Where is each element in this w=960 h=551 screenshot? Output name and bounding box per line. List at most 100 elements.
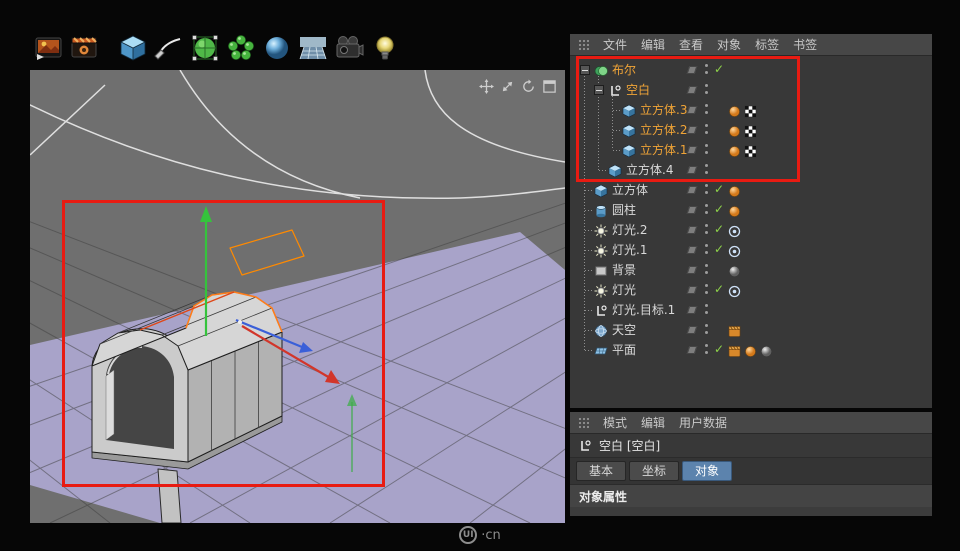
object-manager-menu-item[interactable]: 查看 <box>679 36 703 53</box>
object-row[interactable]: 立方体.4 <box>570 160 932 180</box>
visibility-dots[interactable] <box>704 183 709 195</box>
layer-chip[interactable] <box>686 326 698 334</box>
cube-primitive-icon[interactable] <box>116 30 149 66</box>
layer-chip[interactable] <box>686 286 698 294</box>
compositing-tag-icon[interactable] <box>728 343 741 357</box>
object-manager-menu-item[interactable]: 对象 <box>717 36 741 53</box>
floor-environment-icon[interactable] <box>296 30 329 66</box>
render-view-icon[interactable] <box>32 30 65 66</box>
layer-chip[interactable] <box>686 306 698 314</box>
visibility-dots[interactable] <box>704 243 709 255</box>
layer-chip[interactable] <box>686 346 698 354</box>
object-row[interactable]: 立方体.1 <box>570 140 932 160</box>
object-manager-menu-item[interactable]: 标签 <box>755 36 779 53</box>
object-manager-menu-item[interactable]: 书签 <box>793 36 817 53</box>
render-settings-icon[interactable] <box>68 30 101 66</box>
object-manager-menu-item[interactable]: 文件 <box>603 36 627 53</box>
visibility-dots[interactable] <box>704 303 709 315</box>
light-icon[interactable] <box>368 30 401 66</box>
visibility-dots[interactable] <box>704 103 709 115</box>
visibility-dots[interactable] <box>704 83 709 95</box>
subdivision-surface-icon[interactable] <box>188 30 221 66</box>
layer-chip[interactable] <box>686 86 698 94</box>
compositing-tag-icon[interactable] <box>728 323 741 337</box>
target-tag-icon[interactable] <box>728 243 741 258</box>
visibility-dots[interactable] <box>704 343 709 355</box>
attribute-menu-item[interactable]: 编辑 <box>641 414 665 431</box>
freehand-spline-icon[interactable] <box>152 30 185 66</box>
pan-icon[interactable] <box>479 79 494 94</box>
phong-tag-icon[interactable] <box>728 103 741 117</box>
visibility-dots[interactable] <box>704 203 709 215</box>
texture-tag-icon[interactable] <box>744 103 757 118</box>
visibility-dots[interactable] <box>704 123 709 135</box>
enable-check[interactable]: ✓ <box>714 202 724 216</box>
object-row[interactable]: 灯光 ✓ <box>570 280 932 300</box>
attribute-tab[interactable]: 坐标 <box>629 461 680 481</box>
enable-check[interactable]: ✓ <box>714 342 724 356</box>
array-generator-icon[interactable] <box>224 30 257 66</box>
panel-grip-icon[interactable] <box>578 416 589 429</box>
zoom-icon[interactable] <box>500 79 515 94</box>
attribute-menu-item[interactable]: 用户数据 <box>679 414 727 431</box>
enable-check[interactable]: ✓ <box>714 222 724 236</box>
object-row[interactable]: 灯光.目标.1 <box>570 300 932 320</box>
layer-chip[interactable] <box>686 246 698 254</box>
phong-tag-icon[interactable] <box>728 183 741 197</box>
phong-tag-icon[interactable] <box>728 143 741 157</box>
visibility-dots[interactable] <box>704 323 709 335</box>
visibility-dots[interactable] <box>704 143 709 155</box>
texture-tag-icon[interactable] <box>744 143 757 158</box>
enable-check[interactable]: ✓ <box>714 242 724 256</box>
enable-check[interactable]: ✓ <box>714 182 724 196</box>
phong-tag-icon[interactable] <box>728 203 741 217</box>
visibility-dots[interactable] <box>704 163 709 175</box>
object-row[interactable]: 天空 <box>570 320 932 340</box>
camera-icon[interactable] <box>332 30 365 66</box>
object-row[interactable]: 空白 <box>570 80 932 100</box>
object-row[interactable]: 立方体.2 <box>570 120 932 140</box>
object-row[interactable]: 立方体.3 <box>570 100 932 120</box>
rotate-icon[interactable] <box>521 79 536 94</box>
phong-tag-icon[interactable] <box>744 343 757 357</box>
object-row[interactable]: 立方体 ✓ <box>570 180 932 200</box>
visibility-dots[interactable] <box>704 283 709 295</box>
attribute-tab[interactable]: 对象 <box>682 461 733 481</box>
target-tag-icon[interactable] <box>728 283 741 298</box>
attribute-tab[interactable]: 基本 <box>576 461 627 481</box>
object-row[interactable]: 布尔 ✓ <box>570 60 932 80</box>
object-row[interactable]: 圆柱 ✓ <box>570 200 932 220</box>
layer-chip[interactable] <box>686 126 698 134</box>
panel-grip-icon[interactable] <box>578 38 589 51</box>
viewport[interactable] <box>30 70 565 523</box>
layer-chip[interactable] <box>686 166 698 174</box>
layer-chip[interactable] <box>686 146 698 154</box>
expander-toggle[interactable] <box>580 65 590 75</box>
layer-chip[interactable] <box>686 266 698 274</box>
layer-chip[interactable] <box>686 106 698 114</box>
layer-chip[interactable] <box>686 66 698 74</box>
layer-chip[interactable] <box>686 226 698 234</box>
object-row[interactable]: 平面 ✓ <box>570 340 932 360</box>
object-row[interactable]: 灯光.1 ✓ <box>570 240 932 260</box>
object-row[interactable]: 灯光.2 ✓ <box>570 220 932 240</box>
target-tag-icon[interactable] <box>728 223 741 238</box>
object-manager-menu-item[interactable]: 编辑 <box>641 36 665 53</box>
material-sphere-tag-icon[interactable] <box>728 263 741 277</box>
metaball-icon[interactable] <box>260 30 293 66</box>
material-sphere-tag-icon[interactable] <box>760 343 773 357</box>
visibility-dots[interactable] <box>704 223 709 235</box>
enable-check[interactable]: ✓ <box>714 62 724 76</box>
maximize-icon[interactable] <box>542 79 557 94</box>
expander-toggle[interactable] <box>594 85 604 95</box>
enable-check[interactable]: ✓ <box>714 282 724 296</box>
layer-chip[interactable] <box>686 186 698 194</box>
texture-tag-icon[interactable] <box>744 123 757 138</box>
object-row[interactable]: 背景 <box>570 260 932 280</box>
viewport-canvas[interactable] <box>30 70 565 523</box>
visibility-dots[interactable] <box>704 63 709 75</box>
visibility-dots[interactable] <box>704 263 709 275</box>
phong-tag-icon[interactable] <box>728 123 741 137</box>
attribute-menu-item[interactable]: 模式 <box>603 414 627 431</box>
layer-chip[interactable] <box>686 206 698 214</box>
